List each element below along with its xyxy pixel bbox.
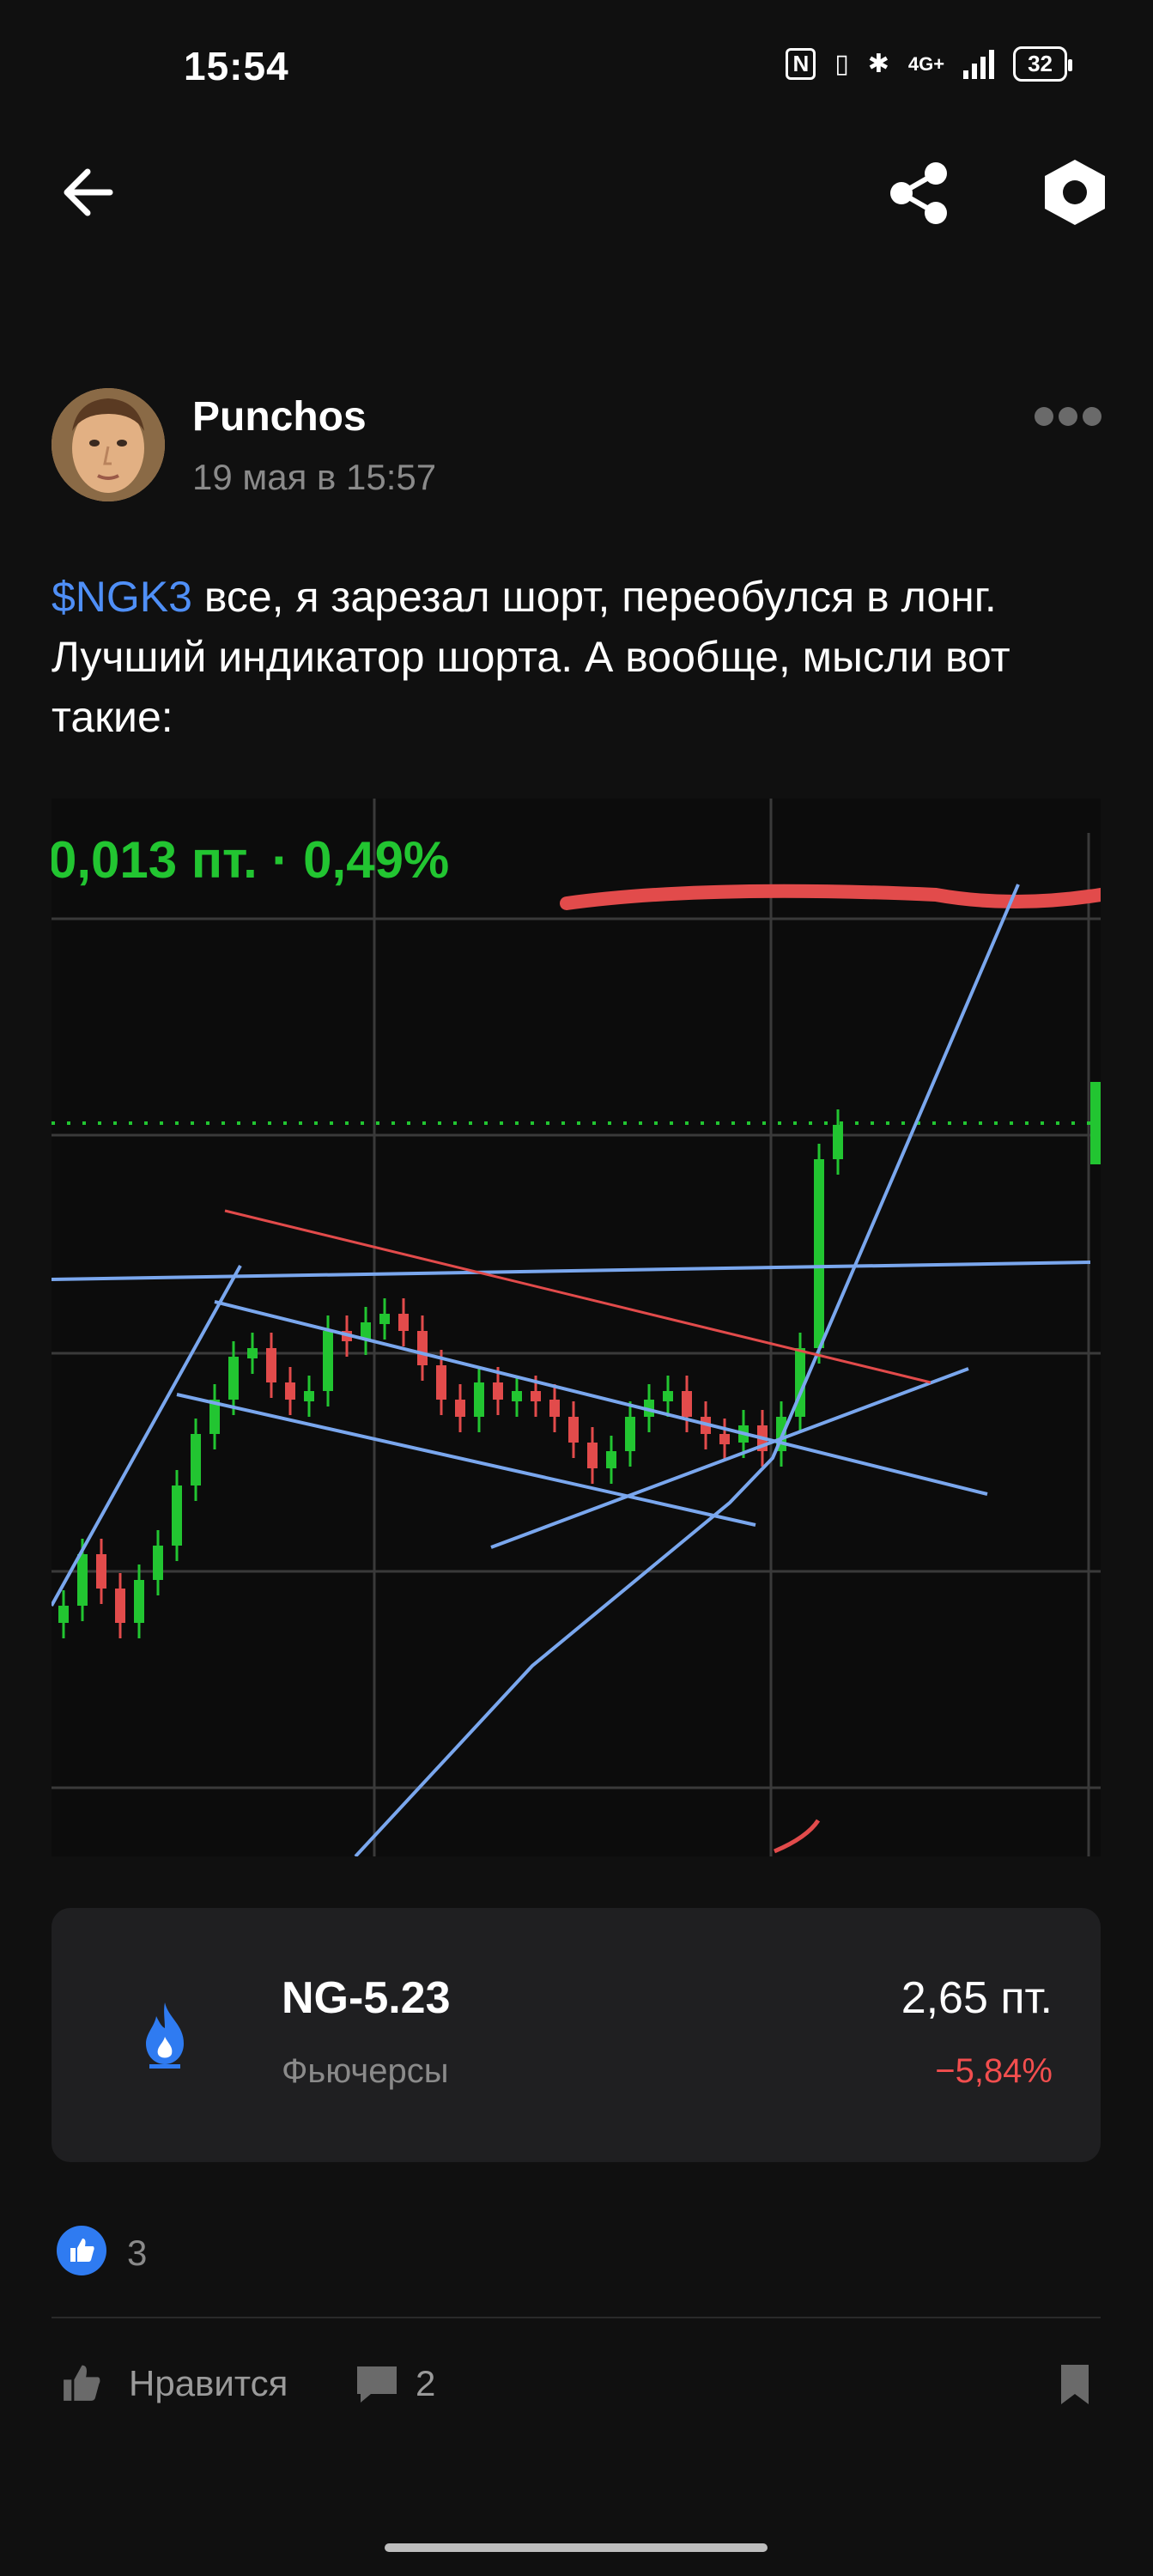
candle-body xyxy=(719,1434,730,1444)
avatar[interactable] xyxy=(52,388,165,501)
candle-body xyxy=(833,1125,843,1159)
candle-body xyxy=(398,1314,409,1331)
candle-body xyxy=(96,1554,106,1589)
candle-body xyxy=(663,1391,673,1401)
post-text: $NGK3 все, я зарезал шорт, переобулся в … xyxy=(52,567,1107,747)
candle-body xyxy=(191,1434,201,1485)
comments-count[interactable]: 2 xyxy=(416,2363,435,2404)
candle-body xyxy=(134,1580,144,1623)
reaction-count: 3 xyxy=(127,2233,148,2273)
signal-icon xyxy=(963,49,995,79)
post-body: все, я зарезал шорт, переобулся в лонг. … xyxy=(52,573,1010,741)
candle-body xyxy=(436,1365,446,1400)
status-icons: N ▯ ✱ 4G+ 32 xyxy=(786,46,1072,82)
instrument-price: 2,65 пт. xyxy=(901,1973,1053,2023)
candle-body xyxy=(814,1159,824,1348)
candle-body xyxy=(172,1485,182,1546)
candle-body xyxy=(474,1382,484,1417)
candle-body xyxy=(153,1546,163,1580)
post-image[interactable]: 0,013 пт. · 0,49% xyxy=(52,799,1101,1856)
candle-body xyxy=(493,1382,503,1400)
candle-body xyxy=(247,1348,258,1358)
candle-body xyxy=(285,1382,295,1400)
back-arrow-icon[interactable] xyxy=(58,165,120,220)
bookmark-icon[interactable] xyxy=(1059,2363,1090,2406)
candle-body xyxy=(682,1391,692,1417)
status-time: 15:54 xyxy=(184,44,289,88)
more-options-icon[interactable] xyxy=(1035,407,1101,426)
candle-body xyxy=(115,1589,125,1623)
gas-flame-icon xyxy=(146,2002,184,2069)
vibrate-icon: ▯ xyxy=(834,50,849,78)
candle-body xyxy=(266,1348,276,1382)
candle-body xyxy=(512,1391,522,1401)
ticker-link[interactable]: $NGK3 xyxy=(52,573,192,621)
like-button[interactable]: Нравится xyxy=(129,2363,288,2404)
share-icon[interactable] xyxy=(884,158,955,228)
candle-body xyxy=(417,1331,428,1365)
nfc-icon: N xyxy=(786,48,816,80)
candle-body xyxy=(379,1314,390,1324)
candle-body xyxy=(228,1357,239,1400)
settings-hexagon-icon[interactable] xyxy=(1039,156,1111,228)
home-indicator[interactable] xyxy=(385,2543,768,2552)
candle-body xyxy=(568,1417,579,1443)
candle-body xyxy=(455,1400,465,1417)
post-date: 19 мая в 15:57 xyxy=(192,457,437,497)
instrument-change: −5,84% xyxy=(935,2052,1053,2090)
like-reaction-icon[interactable] xyxy=(57,2226,106,2275)
candle-body xyxy=(587,1443,598,1468)
comment-icon[interactable] xyxy=(354,2363,400,2406)
candle-body xyxy=(625,1417,635,1451)
candle-body xyxy=(606,1451,616,1468)
battery-icon: 32 xyxy=(1013,46,1072,82)
instrument-name: NG-5.23 xyxy=(282,1973,451,2023)
candle-body xyxy=(58,1606,69,1623)
candle-body xyxy=(549,1400,560,1417)
candle-body xyxy=(77,1554,88,1606)
chart-header-value: 0,013 пт. · 0,49% xyxy=(52,831,449,889)
candle-body xyxy=(304,1391,314,1401)
network-type: 4G+ xyxy=(907,52,945,75)
bluetooth-icon: ✱ xyxy=(867,50,889,78)
instrument-type: Фьючерсы xyxy=(282,2052,449,2090)
divider xyxy=(52,2317,1101,2318)
candle-body xyxy=(323,1331,333,1391)
author-name[interactable]: Punchos xyxy=(192,393,367,440)
instrument-card[interactable]: NG-5.23 Фьючерсы 2,65 пт. −5,84% xyxy=(52,1908,1101,2162)
candle-body xyxy=(531,1391,541,1401)
like-icon[interactable] xyxy=(58,2361,103,2406)
candle-body xyxy=(1090,1082,1101,1164)
